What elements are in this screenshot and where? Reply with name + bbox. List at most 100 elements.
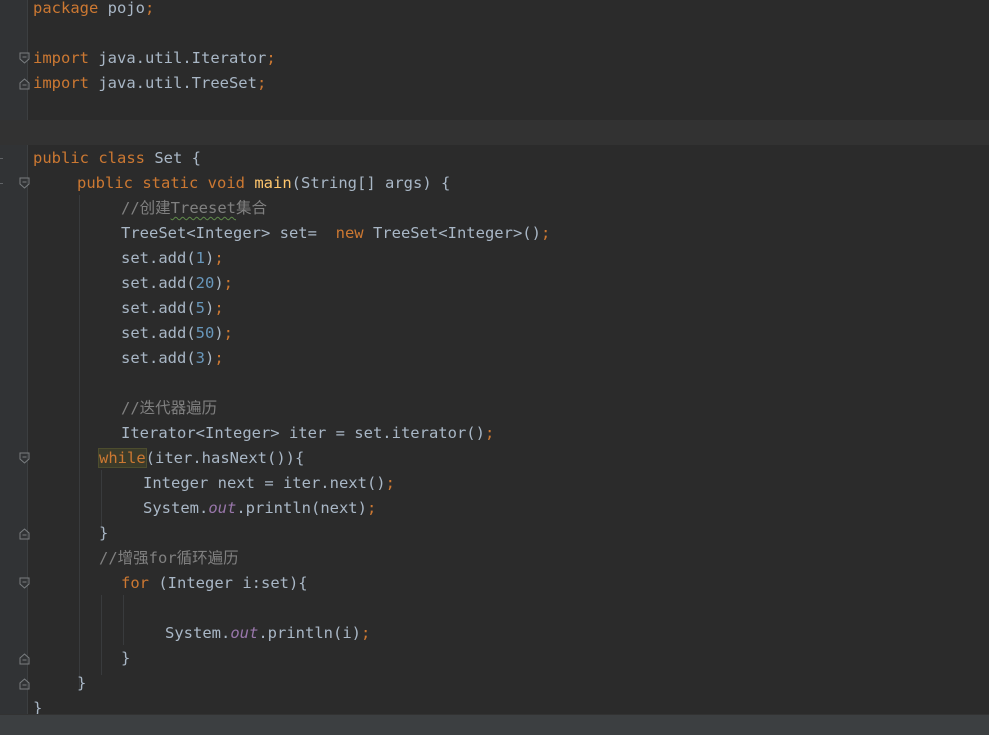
code-text: (String[] args) { bbox=[291, 174, 451, 192]
code-text: (Integer i:set){ bbox=[149, 574, 308, 592]
code-text: ) bbox=[205, 249, 215, 267]
code-line-add[interactable]: set.add(50); bbox=[121, 321, 233, 346]
code-text: TreeSet<Integer> set= bbox=[121, 224, 336, 242]
code-text: set.add( bbox=[121, 299, 196, 317]
code-text: .println(i) bbox=[258, 624, 361, 642]
horizontal-scrollbar[interactable] bbox=[0, 714, 989, 735]
number-literal: 3 bbox=[195, 349, 205, 367]
code-line-close-brace[interactable]: } bbox=[77, 671, 86, 696]
keyword: public bbox=[33, 149, 89, 167]
semicolon: ; bbox=[145, 0, 155, 17]
number-literal: 5 bbox=[195, 299, 205, 317]
code-text: } bbox=[99, 524, 109, 542]
current-line-highlight bbox=[0, 120, 989, 145]
code-text: set.add( bbox=[121, 249, 196, 267]
keyword-highlighted: while bbox=[98, 448, 147, 468]
number-literal: 20 bbox=[195, 274, 215, 292]
code-line-comment[interactable]: //增强for循环遍历 bbox=[99, 546, 239, 571]
code-line-iterator-init[interactable]: Iterator<Integer> iter = set.iterator(); bbox=[121, 421, 494, 446]
semicolon: ; bbox=[366, 499, 377, 517]
code-line-package[interactable]: package pojo; bbox=[33, 0, 154, 21]
keyword: import bbox=[33, 74, 89, 92]
code-line-add[interactable]: set.add(20); bbox=[121, 271, 233, 296]
code-line-println[interactable]: System.out.println(i); bbox=[165, 621, 370, 646]
semicolon: ; bbox=[214, 249, 224, 267]
method-name: main bbox=[245, 174, 292, 192]
keyword: import bbox=[33, 49, 89, 67]
editor-gutter[interactable] bbox=[0, 0, 28, 735]
code-line-println[interactable]: System.out.println(next); bbox=[143, 496, 376, 521]
fold-close-icon[interactable] bbox=[18, 527, 31, 540]
code-line-while[interactable]: while(iter.hasNext()){ bbox=[98, 446, 305, 471]
code-text: java.util.Iterator bbox=[89, 49, 267, 67]
semicolon: ; bbox=[214, 349, 224, 367]
comment-text: //迭代器遍历 bbox=[121, 399, 218, 417]
gutter-mark bbox=[0, 183, 3, 184]
fold-open-icon[interactable] bbox=[18, 452, 31, 465]
keyword: for bbox=[121, 574, 149, 592]
code-line-close-brace[interactable]: } bbox=[99, 521, 108, 546]
comment-text: //创建 bbox=[121, 199, 171, 217]
code-text: System. bbox=[165, 624, 231, 642]
indent-guide bbox=[101, 595, 102, 675]
code-text: (iter.hasNext()){ bbox=[145, 449, 305, 467]
static-field: out bbox=[208, 499, 237, 517]
spelling-warning-text: Treeset bbox=[170, 199, 236, 217]
code-line-class-decl[interactable]: public class Set { bbox=[33, 146, 201, 171]
code-text: ) bbox=[205, 349, 215, 367]
fold-close-icon[interactable] bbox=[18, 652, 31, 665]
code-text: ) bbox=[205, 299, 215, 317]
keyword: package bbox=[33, 0, 99, 17]
code-text: set.add( bbox=[121, 274, 196, 292]
code-text: set.add( bbox=[121, 349, 196, 367]
code-text: TreeSet<Integer>() bbox=[363, 224, 541, 242]
code-text: Integer next = iter.next() bbox=[143, 474, 386, 492]
comment-text: 集合 bbox=[236, 199, 268, 217]
code-text: set.add( bbox=[121, 324, 196, 342]
code-line-import[interactable]: import java.util.Iterator; bbox=[33, 46, 276, 71]
semicolon: ; bbox=[360, 624, 371, 642]
code-text: java.util.TreeSet bbox=[89, 74, 257, 92]
number-literal: 1 bbox=[195, 249, 205, 267]
code-line-next[interactable]: Integer next = iter.next(); bbox=[143, 471, 395, 496]
semicolon: ; bbox=[540, 224, 551, 242]
code-text: } bbox=[121, 649, 131, 667]
code-line-import[interactable]: import java.util.TreeSet; bbox=[33, 71, 266, 96]
code-text: ) bbox=[214, 274, 224, 292]
code-text: Set { bbox=[145, 149, 201, 167]
code-text: pojo bbox=[98, 0, 145, 17]
code-line-comment[interactable]: //创建Treeset集合 bbox=[121, 196, 267, 221]
keyword: class bbox=[89, 149, 145, 167]
code-line-close-brace[interactable]: } bbox=[121, 646, 130, 671]
indent-guide bbox=[123, 595, 124, 645]
keyword: public bbox=[77, 174, 133, 192]
semicolon: ; bbox=[214, 299, 224, 317]
indent-guide bbox=[79, 195, 80, 690]
fold-close-icon[interactable] bbox=[18, 77, 31, 90]
fold-close-icon[interactable] bbox=[18, 677, 31, 690]
code-line-treeset-init[interactable]: TreeSet<Integer> set= new TreeSet<Intege… bbox=[121, 221, 550, 246]
fold-open-icon[interactable] bbox=[18, 577, 31, 590]
code-line-add[interactable]: set.add(3); bbox=[121, 346, 224, 371]
keyword: static bbox=[133, 174, 199, 192]
semicolon: ; bbox=[223, 324, 234, 342]
code-text: Iterator<Integer> iter = set.iterator() bbox=[121, 424, 485, 442]
code-line-main-decl[interactable]: public static void main(String[] args) { bbox=[77, 171, 450, 196]
code-editor[interactable]: package pojo; import java.util.Iterator;… bbox=[0, 0, 989, 735]
keyword: void bbox=[198, 174, 245, 192]
keyword: new bbox=[335, 224, 364, 242]
fold-open-icon[interactable] bbox=[18, 52, 31, 65]
code-text: System. bbox=[143, 499, 209, 517]
gutter-mark bbox=[0, 158, 3, 159]
semicolon: ; bbox=[223, 274, 234, 292]
code-line-comment[interactable]: //迭代器遍历 bbox=[121, 396, 217, 421]
code-text: ) bbox=[214, 324, 224, 342]
fold-open-icon[interactable] bbox=[18, 177, 31, 190]
code-line-for[interactable]: for (Integer i:set){ bbox=[121, 571, 308, 596]
code-line-add[interactable]: set.add(5); bbox=[121, 296, 224, 321]
semicolon: ; bbox=[256, 74, 267, 92]
semicolon: ; bbox=[484, 424, 495, 442]
code-line-add[interactable]: set.add(1); bbox=[121, 246, 224, 271]
semicolon: ; bbox=[266, 49, 276, 67]
number-literal: 50 bbox=[195, 324, 215, 342]
